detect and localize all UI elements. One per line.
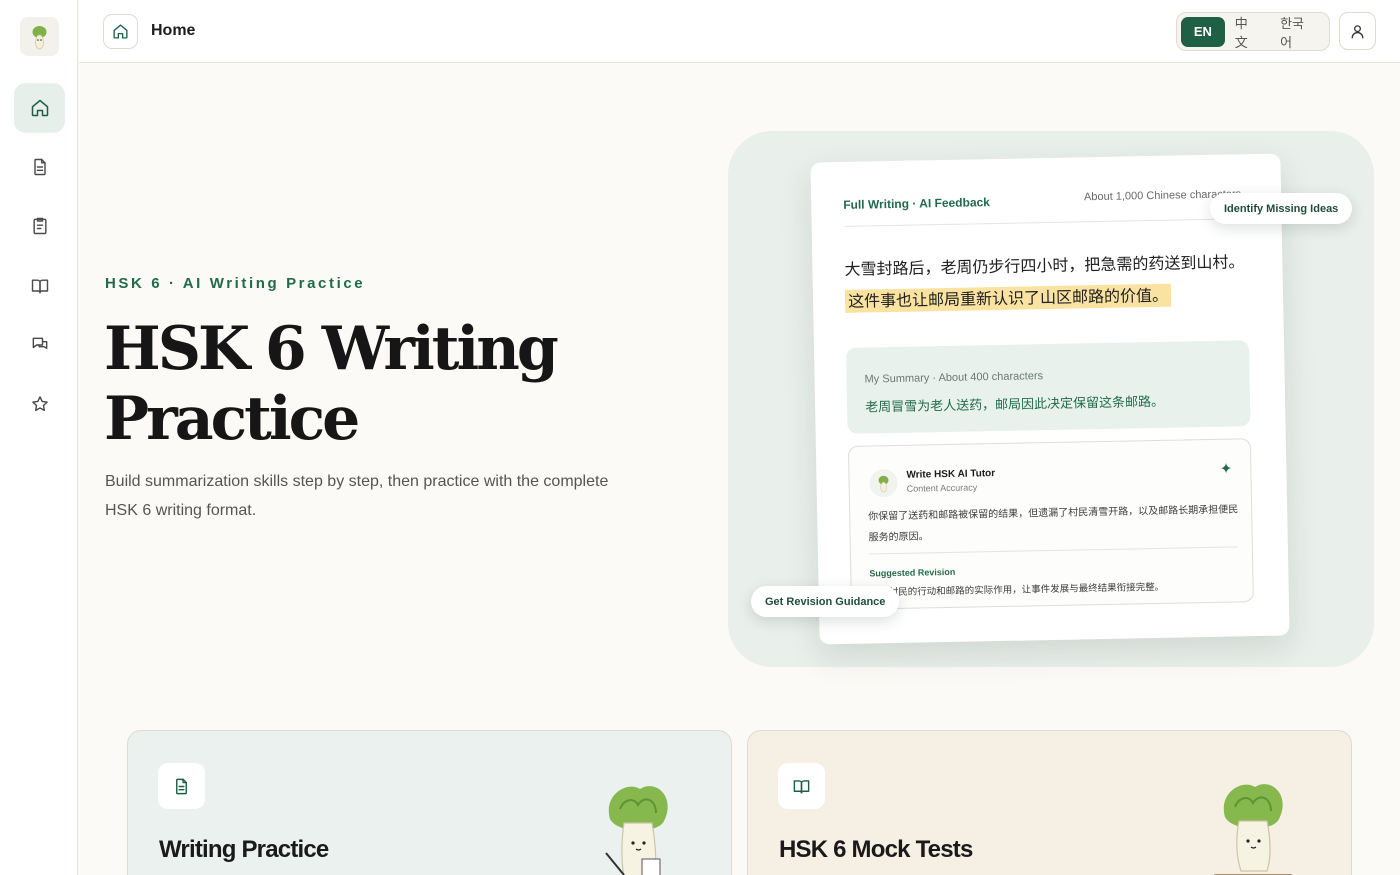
hero-title: HSK 6 Writing Practice bbox=[104, 314, 559, 454]
cabbage-mascot-icon bbox=[32, 26, 47, 50]
sidebar bbox=[0, 0, 78, 875]
sidebar-item-tests[interactable] bbox=[14, 201, 65, 251]
hero-eyebrow: HSK 6 · AI Writing Practice bbox=[105, 275, 366, 292]
tutor-avatar bbox=[869, 468, 898, 498]
document-icon bbox=[33, 158, 46, 176]
chip-identify-missing-ideas: Identify Missing Ideas bbox=[1210, 193, 1353, 224]
card-mock-tests[interactable]: HSK 6 Mock Tests bbox=[747, 730, 1352, 875]
tutor-role: Content Accuracy bbox=[906, 482, 978, 494]
tutor-name: Write HSK AI Tutor bbox=[906, 468, 996, 481]
chat-icon bbox=[32, 337, 47, 350]
cabbage-studying-mascot-icon bbox=[1214, 784, 1292, 875]
essay-text: 大雪封路后，老周仍步行四小时，把急需的药送到山村。这件事也让邮局重新认识了山区邮… bbox=[844, 246, 1245, 318]
cabbage-writing-mascot-icon bbox=[605, 786, 668, 875]
page-title: Home bbox=[151, 22, 196, 39]
essay-text-plain: 大雪封路后，老周仍步行四小时，把急需的药送到山村。 bbox=[844, 252, 1245, 279]
tutor-feedback-text: 你保留了送药和邮路被保留的结果，但遗漏了村民清雪开路，以及邮路长期承担便民服务的… bbox=[868, 504, 1239, 544]
top-bar: Home EN 中文 한국어 bbox=[79, 0, 1400, 63]
sidebar-item-favorites[interactable] bbox=[14, 379, 65, 429]
summary-box: My Summary · About 400 characters 老周冒雪为老… bbox=[845, 340, 1251, 434]
summary-text: 老周冒雪为老人送药，邮局因此决定保留这条邮路。 bbox=[864, 393, 1165, 415]
card-icon bbox=[158, 763, 205, 809]
document-icon bbox=[176, 778, 187, 794]
card-title: HSK 6 Mock Tests bbox=[779, 836, 973, 863]
divider bbox=[868, 546, 1238, 555]
chip-get-revision-guidance: Get Revision Guidance bbox=[751, 586, 900, 617]
sidebar-item-chat[interactable] bbox=[14, 320, 65, 370]
card-title: Writing Practice bbox=[159, 836, 329, 863]
ai-tutor-feedback: Write HSK AI Tutor Content Accuracy ✦ 你保… bbox=[847, 438, 1254, 610]
star-icon bbox=[31, 396, 48, 412]
hero-subtitle: Build summarization skills step by step,… bbox=[105, 473, 609, 519]
writing-feedback-card: Full Writing · AI Feedback About 1,000 C… bbox=[810, 153, 1290, 645]
card-label: Full Writing · AI Feedback bbox=[843, 195, 991, 212]
home-button[interactable] bbox=[103, 14, 138, 49]
book-icon bbox=[793, 779, 810, 794]
user-icon bbox=[1351, 24, 1364, 39]
clipboard-icon bbox=[32, 217, 47, 235]
sidebar-item-library[interactable] bbox=[14, 261, 65, 311]
sidebar-item-writing[interactable] bbox=[14, 142, 65, 192]
language-option-en[interactable]: EN bbox=[1181, 16, 1225, 47]
card-writing-practice[interactable]: Writing Practice bbox=[127, 730, 732, 875]
revision-text: 补充村民的行动和邮路的实际作用，让事件发展与最终结果衔接完整。 bbox=[869, 581, 1165, 599]
sidebar-item-home[interactable] bbox=[14, 83, 65, 133]
sparkle-icon: ✦ bbox=[1219, 460, 1233, 478]
essay-highlight: 这件事也让邮局重新认识了山区邮路的价值。 bbox=[844, 283, 1172, 313]
language-switcher: EN 中文 한국어 bbox=[1176, 12, 1330, 51]
app-logo[interactable] bbox=[20, 17, 59, 56]
language-option-ko[interactable]: 한국어 bbox=[1270, 16, 1325, 50]
card-icon bbox=[778, 763, 825, 809]
book-icon bbox=[31, 279, 48, 294]
home-icon bbox=[31, 99, 48, 117]
account-button[interactable] bbox=[1339, 12, 1376, 50]
language-option-zh[interactable]: 中文 bbox=[1225, 16, 1270, 50]
divider bbox=[843, 218, 1252, 227]
revision-label: Suggested Revision bbox=[869, 566, 956, 579]
home-icon bbox=[113, 24, 128, 39]
cabbage-mascot-icon bbox=[878, 475, 889, 493]
summary-meta: My Summary · About 400 characters bbox=[864, 370, 1044, 386]
